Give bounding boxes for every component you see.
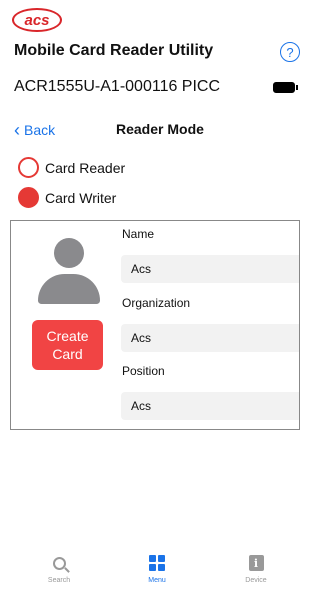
tab-label: Search	[47, 577, 71, 584]
name-field[interactable]: Acs	[121, 255, 299, 283]
back-button[interactable]: ‹ Back	[14, 121, 55, 139]
acs-logo: acs	[12, 8, 62, 32]
grid-icon	[149, 555, 165, 571]
avatar-icon	[38, 238, 100, 304]
radio-label: Card Writer	[45, 189, 117, 206]
radio-option-card-writer[interactable]: Card Writer	[18, 187, 116, 208]
chevron-left-icon: ‹	[14, 120, 20, 140]
avatar-body	[38, 274, 100, 304]
app-title: Mobile Card Reader Utility	[14, 42, 214, 59]
tab-menu[interactable]: Menu	[127, 552, 187, 584]
position-label: Position	[122, 364, 165, 378]
back-label: Back	[24, 122, 56, 138]
avatar-head	[54, 238, 84, 268]
position-field[interactable]: Acs	[121, 392, 299, 420]
organization-label: Organization	[122, 296, 191, 310]
help-icon[interactable]: ?	[280, 42, 300, 62]
organization-field[interactable]: Acs	[121, 324, 299, 352]
card-writer-panel: Create Card Name Acs Organization Acs Po…	[10, 220, 300, 430]
radio-label: Card Reader	[45, 159, 126, 176]
name-label: Name	[122, 227, 155, 241]
info-icon: i	[248, 555, 264, 571]
radio-option-card-reader[interactable]: Card Reader	[18, 157, 125, 178]
radio-selected-icon[interactable]	[18, 187, 39, 208]
tab-label: Menu	[148, 577, 166, 584]
tab-label: Device	[245, 577, 267, 584]
page-title: Reader Mode	[116, 121, 204, 137]
battery-icon	[273, 82, 298, 93]
device-name: ACR1555U-A1-000116 PICC	[14, 78, 221, 95]
create-card-button[interactable]: Create Card	[32, 320, 103, 370]
radio-unselected-icon[interactable]	[18, 157, 39, 178]
tab-bar: Search Menu i Device	[0, 552, 297, 592]
tab-device[interactable]: i Device	[226, 552, 286, 584]
search-icon	[52, 556, 66, 570]
tab-search[interactable]: Search	[29, 552, 89, 584]
